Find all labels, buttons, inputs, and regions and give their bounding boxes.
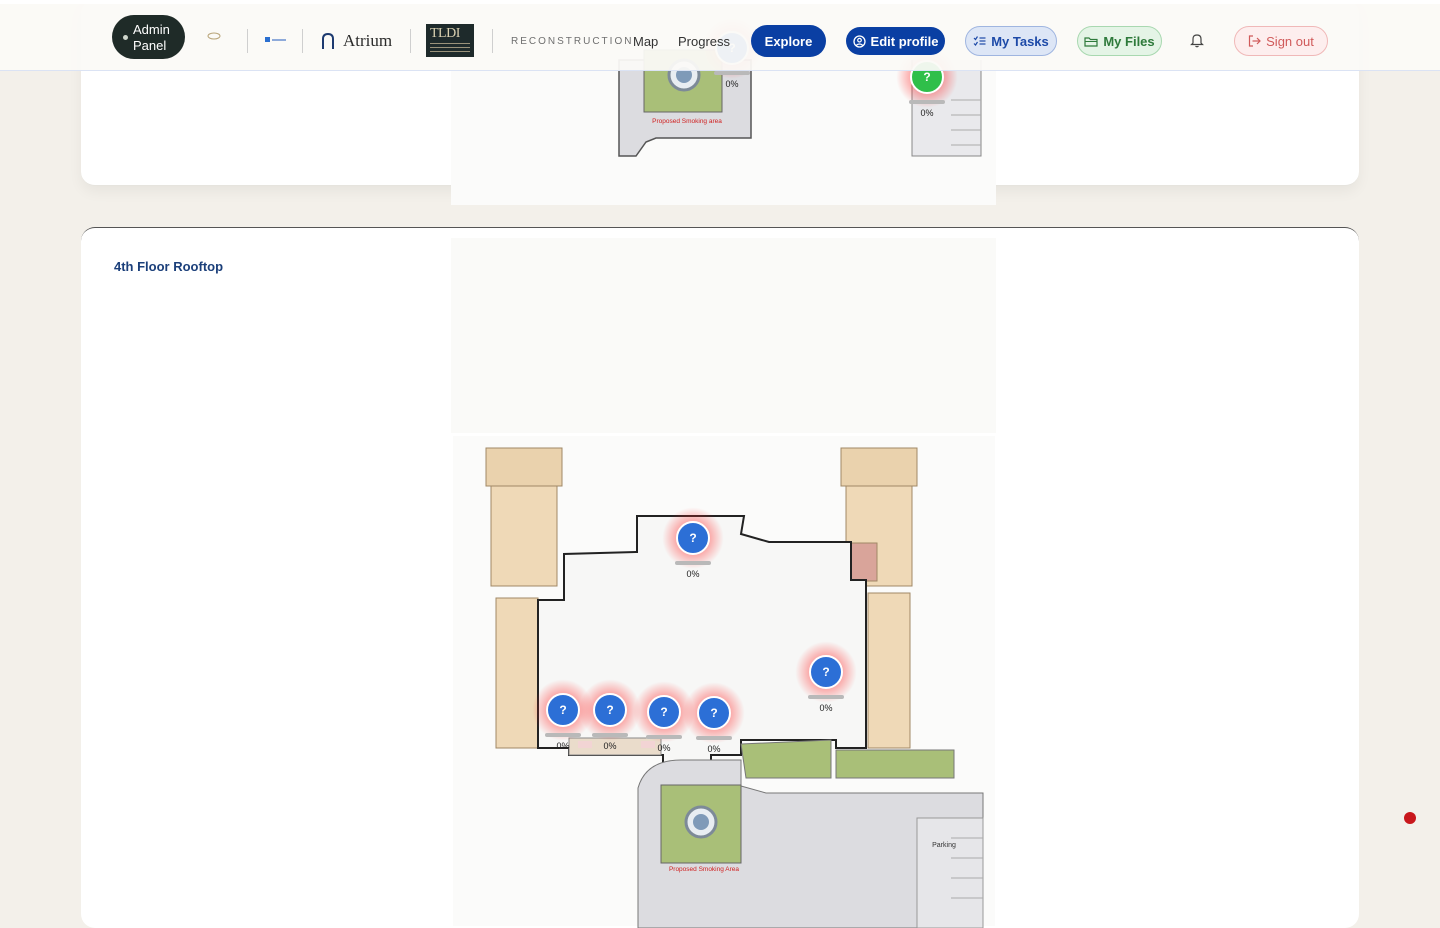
task-progress: 0% (603, 741, 617, 751)
sign-out-button[interactable]: Sign out (1234, 26, 1328, 56)
my-files-button[interactable]: My Files (1077, 26, 1162, 56)
checklist-icon (973, 36, 986, 46)
task-marker[interactable]: ? 0% (795, 641, 857, 713)
nav-progress-link[interactable]: Progress (678, 34, 730, 49)
nav-map-link[interactable]: Map (633, 34, 658, 49)
tldi-logo: TLDI (426, 24, 474, 57)
smoking-area-label: Proposed Smoking Area (669, 866, 739, 873)
floor-plan-4th-rooftop: Proposed Smoking Area Parking (451, 238, 996, 928)
folder-icon (1084, 36, 1098, 47)
explore-button[interactable]: Explore (751, 25, 826, 57)
reconstruction-label: RECONSTRUCTION (511, 36, 634, 47)
edit-profile-button[interactable]: Edit profile (846, 27, 945, 55)
task-marker[interactable]: ? 0% (579, 679, 641, 751)
task-progress: 0% (819, 703, 833, 713)
task-marker[interactable]: ? 0% (683, 682, 745, 754)
user-circle-icon (852, 34, 866, 48)
task-progress: 0% (657, 743, 671, 753)
parking-label: Parking (932, 842, 956, 849)
bell-icon[interactable] (1189, 32, 1205, 48)
arch-icon (322, 33, 334, 49)
logout-icon (1249, 35, 1261, 47)
floor-card-4th-rooftop: 4th Floor Rooftop Proposed Smoking Area (81, 227, 1359, 928)
atrium-logo: Atrium (321, 30, 392, 52)
smoking-area-label: Proposed Smoking area (652, 118, 722, 125)
my-tasks-button[interactable]: My Tasks (965, 26, 1057, 56)
admin-dot-icon (123, 35, 128, 40)
task-progress: 0% (707, 744, 721, 754)
task-marker[interactable]: ? 0% (633, 681, 695, 753)
brand-logo-2 (265, 37, 286, 42)
task-progress: 0% (556, 741, 570, 751)
top-navbar: Admin Panel Atrium TLDI RECONSTRUCTION M… (0, 4, 1440, 71)
task-progress: 0% (686, 569, 700, 579)
task-progress: 0% (725, 79, 739, 89)
task-marker[interactable]: ? 0% (532, 679, 594, 751)
recording-indicator-icon (1404, 812, 1416, 824)
task-marker[interactable]: ? 0% (662, 507, 724, 579)
brand-logo-1 (207, 32, 221, 40)
task-progress: 0% (920, 108, 934, 118)
admin-panel-button[interactable]: Admin Panel (112, 15, 185, 59)
